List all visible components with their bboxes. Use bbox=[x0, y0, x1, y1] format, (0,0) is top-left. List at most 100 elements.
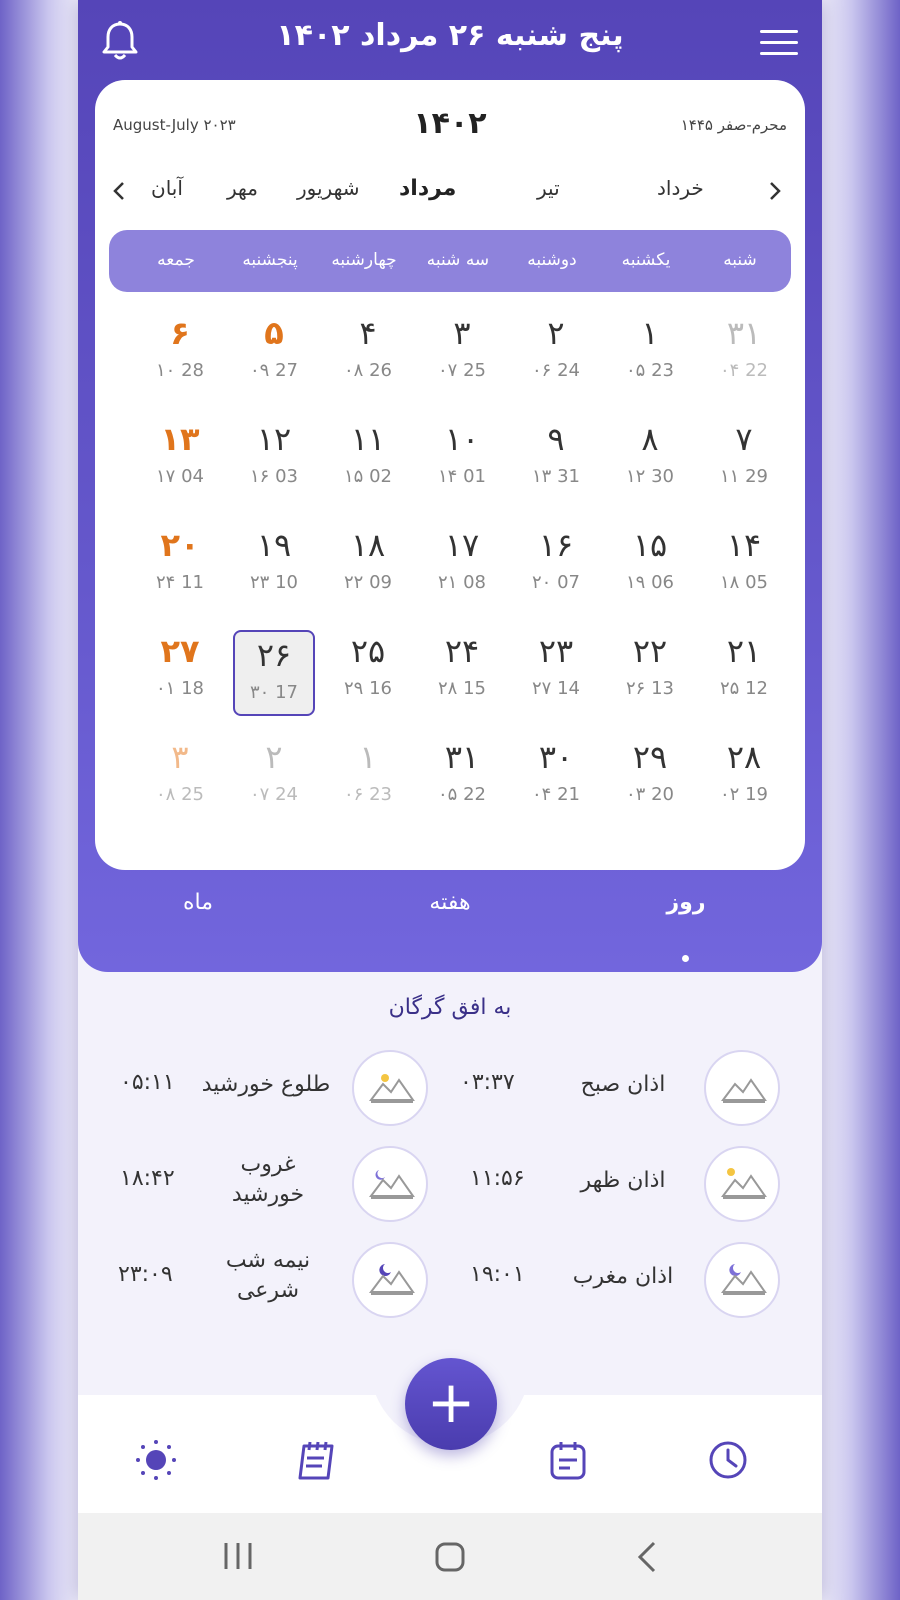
weather-sun-icon[interactable] bbox=[134, 1438, 178, 1482]
month-mehr[interactable]: مهر bbox=[227, 176, 258, 200]
day-cell[interactable]: ۳۱ ۰۴ 22 bbox=[697, 308, 791, 412]
chevron-right-icon[interactable] bbox=[763, 180, 785, 202]
secondary-dates: ۰۴ 21 bbox=[532, 784, 580, 805]
sunrise-name: طلوع خورشید bbox=[201, 1072, 331, 1097]
day-cell[interactable]: ۲۳ ۲۷ 14 bbox=[509, 626, 603, 730]
day-cell[interactable]: ۱۸ ۲۲ 09 bbox=[321, 520, 415, 624]
day-cell-today[interactable]: ۲۶ ۳۰ 17 bbox=[233, 630, 315, 716]
month-shahrivar[interactable]: شهریور bbox=[297, 176, 360, 200]
persian-day-number: ۲ bbox=[265, 738, 283, 776]
persian-day-number: ۲۶ bbox=[256, 636, 292, 674]
day-cell[interactable]: ۲ ۰۶ 24 bbox=[509, 308, 603, 412]
active-tab-indicator bbox=[682, 955, 689, 962]
tab-month[interactable]: ماه bbox=[118, 890, 278, 915]
persian-day-number: ۱۱ bbox=[350, 420, 386, 458]
secondary-dates: ۰۷ 24 bbox=[250, 784, 298, 805]
month-tir[interactable]: تیر bbox=[537, 176, 560, 200]
day-cell[interactable]: ۱۵ ۱۹ 06 bbox=[603, 520, 697, 624]
add-event-button[interactable]: + bbox=[405, 1358, 497, 1450]
chevron-left-icon[interactable] bbox=[109, 180, 131, 202]
persian-day-number: ۱۸ bbox=[350, 526, 386, 564]
persian-day-number: ۱۴ bbox=[726, 526, 762, 564]
notes-icon[interactable] bbox=[294, 1438, 338, 1482]
secondary-dates: ۲۹ 16 bbox=[344, 678, 392, 699]
day-cell[interactable]: ۶ ۱۰ 28 bbox=[133, 308, 227, 412]
secondary-dates: ۰۳ 20 bbox=[626, 784, 674, 805]
secondary-dates: ۰۹ 27 bbox=[250, 360, 298, 381]
persian-day-number: ۷ bbox=[735, 420, 753, 458]
secondary-dates: ۱۴ 01 bbox=[438, 466, 486, 487]
day-cell[interactable]: ۱۰ ۱۴ 01 bbox=[415, 414, 509, 518]
month-aban[interactable]: آبان bbox=[151, 176, 183, 200]
day-cell[interactable]: ۱۶ ۲۰ 07 bbox=[509, 520, 603, 624]
day-cell[interactable]: ۱ ۰۵ 23 bbox=[603, 308, 697, 412]
back-icon[interactable] bbox=[636, 1541, 660, 1573]
day-cell[interactable]: ۳ ۰۷ 25 bbox=[415, 308, 509, 412]
secondary-dates: ۲۲ 09 bbox=[344, 572, 392, 593]
secondary-dates: ۱۰ 28 bbox=[156, 360, 204, 381]
day-cell[interactable]: ۱۹ ۲۳ 10 bbox=[227, 520, 321, 624]
home-icon[interactable] bbox=[434, 1541, 466, 1573]
day-cell[interactable]: ۲۲ ۲۶ 13 bbox=[603, 626, 697, 730]
secondary-dates: ۲۰ 07 bbox=[532, 572, 580, 593]
month-mordad[interactable]: مرداد bbox=[399, 176, 456, 201]
secondary-dates: ۱۵ 02 bbox=[344, 466, 392, 487]
events-icon[interactable] bbox=[546, 1438, 590, 1482]
background-right bbox=[820, 0, 900, 1600]
day-cell[interactable]: ۱۴ ۱۸ 05 bbox=[697, 520, 791, 624]
secondary-dates: ۲۳ 10 bbox=[250, 572, 298, 593]
clock-icon[interactable] bbox=[706, 1438, 750, 1482]
recent-apps-icon[interactable] bbox=[222, 1541, 254, 1571]
day-cell[interactable]: ۱۳ ۱۷ 04 bbox=[133, 414, 227, 518]
persian-day-number: ۳۱ bbox=[726, 314, 762, 352]
secondary-dates: ۳۰ 17 bbox=[250, 682, 298, 703]
day-cell[interactable]: ۲۱ ۲۵ 12 bbox=[697, 626, 791, 730]
day-cell[interactable]: ۲۴ ۲۸ 15 bbox=[415, 626, 509, 730]
day-cell[interactable]: ۷ ۱۱ 29 bbox=[697, 414, 791, 518]
persian-day-number: ۲۸ bbox=[726, 738, 762, 776]
weekday-thursday: پنجشنبه bbox=[242, 250, 298, 270]
day-cell[interactable]: ۳۰ ۰۴ 21 bbox=[509, 732, 603, 836]
day-cell[interactable]: ۲۹ ۰۳ 20 bbox=[603, 732, 697, 836]
day-cell[interactable]: ۱۲ ۱۶ 03 bbox=[227, 414, 321, 518]
menu-icon[interactable] bbox=[760, 30, 798, 55]
day-cell[interactable]: ۲۵ ۲۹ 16 bbox=[321, 626, 415, 730]
dhuhr-name: اذان ظهر bbox=[580, 1168, 666, 1193]
day-cell[interactable]: ۳۱ ۰۵ 22 bbox=[415, 732, 509, 836]
midnight-time: ۲۳:۰۹ bbox=[118, 1262, 173, 1287]
day-cell[interactable]: ۵ ۰۹ 27 bbox=[227, 308, 321, 412]
secondary-dates: ۰۲ 19 bbox=[720, 784, 768, 805]
day-cell[interactable]: ۱ ۰۶ 23 bbox=[321, 732, 415, 836]
day-cell[interactable]: ۲۸ ۰۲ 19 bbox=[697, 732, 791, 836]
sunrise-icon bbox=[352, 1050, 428, 1126]
persian-day-number: ۲۴ bbox=[444, 632, 480, 670]
persian-day-number: ۱۰ bbox=[444, 420, 480, 458]
fajr-name: اذان صبح bbox=[580, 1072, 666, 1097]
secondary-dates: ۱۸ 05 bbox=[720, 572, 768, 593]
day-cell[interactable]: ۹ ۱۳ 31 bbox=[509, 414, 603, 518]
day-cell[interactable]: ۲۰ ۲۴ 11 bbox=[133, 520, 227, 624]
day-cell[interactable]: ۱۱ ۱۵ 02 bbox=[321, 414, 415, 518]
day-cell[interactable]: ۲۷ ۰۱ 18 bbox=[133, 626, 227, 730]
secondary-dates: ۲۱ 08 bbox=[438, 572, 486, 593]
day-cell[interactable]: ۴ ۰۸ 26 bbox=[321, 308, 415, 412]
tab-day[interactable]: روز bbox=[606, 890, 766, 915]
secondary-dates: ۱۲ 30 bbox=[626, 466, 674, 487]
tab-week[interactable]: هفته bbox=[370, 890, 530, 915]
sunrise-time: ۰۵:۱۱ bbox=[120, 1070, 175, 1095]
secondary-dates: ۰۵ 23 bbox=[626, 360, 674, 381]
sun-icon bbox=[704, 1146, 780, 1222]
bell-icon[interactable] bbox=[100, 20, 140, 62]
midnight-name: نیمه شب شرعی bbox=[225, 1248, 311, 1303]
secondary-dates: ۰۷ 25 bbox=[438, 360, 486, 381]
persian-day-number: ۲۱ bbox=[726, 632, 762, 670]
day-cell[interactable]: ۱۷ ۲۱ 08 bbox=[415, 520, 509, 624]
day-cell[interactable]: ۳ ۰۸ 25 bbox=[133, 732, 227, 836]
app-screen: پنج شنبه ۲۶ مرداد ۱۴۰۲ August-July ۲۰۲۳ … bbox=[78, 0, 822, 1600]
month-khordad[interactable]: خرداد bbox=[657, 176, 704, 200]
sunset-time: ۱۸:۴۲ bbox=[120, 1166, 175, 1191]
day-cell[interactable]: ۲ ۰۷ 24 bbox=[227, 732, 321, 836]
page-title: پنج شنبه ۲۶ مرداد ۱۴۰۲ bbox=[276, 18, 624, 53]
day-cell[interactable]: ۸ ۱۲ 30 bbox=[603, 414, 697, 518]
weekday-saturday: شنبه bbox=[723, 250, 757, 270]
